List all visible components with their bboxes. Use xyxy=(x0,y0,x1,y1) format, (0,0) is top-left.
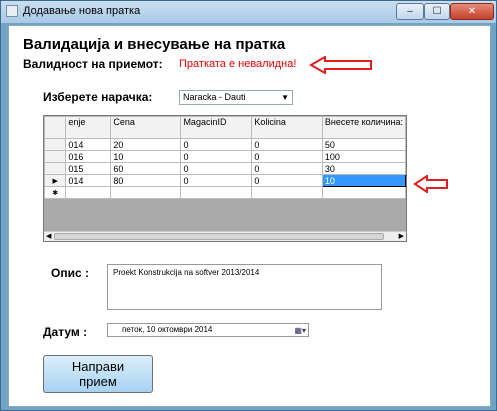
table-cell[interactable]: 014 xyxy=(65,138,112,151)
table-cell[interactable] xyxy=(180,186,253,199)
quantity-cell[interactable]: 100 xyxy=(321,150,406,163)
table-cell[interactable]: 016 xyxy=(65,150,112,163)
table-cell[interactable] xyxy=(321,186,406,199)
table-row[interactable]: 014 20 0 0 50 xyxy=(44,138,406,151)
window: Додавање нова пратка – ☐ ✕ Валидација и … xyxy=(0,0,497,411)
validity-label: Валидност на приемот: xyxy=(23,57,163,71)
table-cell[interactable]: 0 xyxy=(251,138,323,151)
table-cell[interactable]: 0 xyxy=(180,138,253,151)
maximize-button[interactable]: ☐ xyxy=(424,3,450,20)
column-header[interactable]: MagacinID xyxy=(180,116,253,139)
arrow-left-icon xyxy=(309,56,372,74)
description-textarea[interactable]: Proekt Konstrukcija na softver 2013/2014 xyxy=(107,264,382,310)
order-dropdown[interactable]: Naracka - Dauti ▼ xyxy=(179,90,293,105)
validity-status: Пратката е невалидна! xyxy=(179,58,297,70)
new-row[interactable]: ✱ xyxy=(44,186,406,199)
table-cell[interactable]: 20 xyxy=(110,138,182,151)
column-header[interactable]: Kolicina xyxy=(251,116,323,139)
current-row-icon[interactable]: ▶ xyxy=(44,174,67,187)
date-day: петок xyxy=(122,325,143,334)
grid-header-row: enje Cena MagacinID Kolicina Внесете кол… xyxy=(44,116,406,139)
submit-label-line1: Направи xyxy=(71,359,125,374)
minimize-button[interactable]: – xyxy=(396,3,424,20)
table-cell[interactable]: 0 xyxy=(180,174,253,187)
quantity-cell[interactable]: 50 xyxy=(321,138,406,151)
table-cell[interactable] xyxy=(251,186,323,199)
table-cell[interactable]: 0 xyxy=(251,174,323,187)
row-header[interactable] xyxy=(44,150,67,163)
column-header[interactable]: Cena xyxy=(110,116,182,139)
new-row-icon[interactable]: ✱ xyxy=(44,186,67,199)
table-cell[interactable]: 0 xyxy=(180,162,253,175)
date-label: Датум : xyxy=(43,325,88,339)
table-row[interactable]: 015 60 0 0 30 xyxy=(44,162,406,175)
column-header[interactable]: enje xyxy=(65,116,112,139)
table-cell[interactable]: 015 xyxy=(65,162,112,175)
order-label: Изберете нарачка: xyxy=(43,90,153,104)
table-cell[interactable]: 0 xyxy=(180,150,253,163)
app-icon xyxy=(6,5,18,17)
row-header[interactable] xyxy=(44,162,67,175)
table-cell[interactable] xyxy=(65,186,112,199)
date-value: , 10 октомври 2014 xyxy=(142,325,213,334)
window-title: Додавање нова пратка xyxy=(23,5,141,17)
scroll-thumb[interactable] xyxy=(54,233,384,240)
table-cell[interactable]: 014 xyxy=(65,174,112,187)
table-row-current[interactable]: ▶ 014 80 0 0 10 xyxy=(44,174,406,187)
form-client-area: Валидација и внесување на пратка Валидно… xyxy=(8,25,491,407)
grid-corner xyxy=(44,116,67,139)
row-header[interactable] xyxy=(44,138,67,151)
arrow-left-icon xyxy=(413,175,448,193)
scroll-right-icon[interactable]: ▶ xyxy=(399,232,404,240)
scroll-left-icon[interactable]: ◀ xyxy=(46,232,51,240)
submit-label-line2: прием xyxy=(79,374,117,389)
date-picker[interactable]: петок, 10 октомври 2014 ▦▾ xyxy=(107,323,309,337)
description-label: Опис : xyxy=(51,266,89,280)
close-button[interactable]: ✕ xyxy=(450,3,494,20)
order-selected-value: Naracka - Dauti xyxy=(183,92,246,102)
column-header[interactable]: Внесете количина: xyxy=(321,116,406,139)
table-row[interactable]: 016 10 0 0 100 xyxy=(44,150,406,163)
items-grid[interactable]: enje Cena MagacinID Kolicina Внесете кол… xyxy=(43,115,407,242)
table-cell[interactable]: 80 xyxy=(110,174,182,187)
page-title: Валидација и внесување на пратка xyxy=(23,36,286,53)
table-cell[interactable]: 10 xyxy=(110,150,182,163)
titlebar: Додавање нова пратка – ☐ ✕ xyxy=(1,1,496,23)
horizontal-scrollbar[interactable]: ◀ ▶ xyxy=(44,231,406,241)
quantity-cell-selected[interactable]: 10 xyxy=(321,174,406,187)
submit-receipt-button[interactable]: Направи прием xyxy=(43,355,153,393)
chevron-down-icon[interactable]: ▼ xyxy=(281,91,289,104)
quantity-cell[interactable]: 30 xyxy=(321,162,406,175)
table-cell[interactable] xyxy=(110,186,182,199)
calendar-icon[interactable]: ▦▾ xyxy=(294,325,306,337)
table-cell[interactable]: 0 xyxy=(251,162,323,175)
table-cell[interactable]: 60 xyxy=(110,162,182,175)
table-cell[interactable]: 0 xyxy=(251,150,323,163)
